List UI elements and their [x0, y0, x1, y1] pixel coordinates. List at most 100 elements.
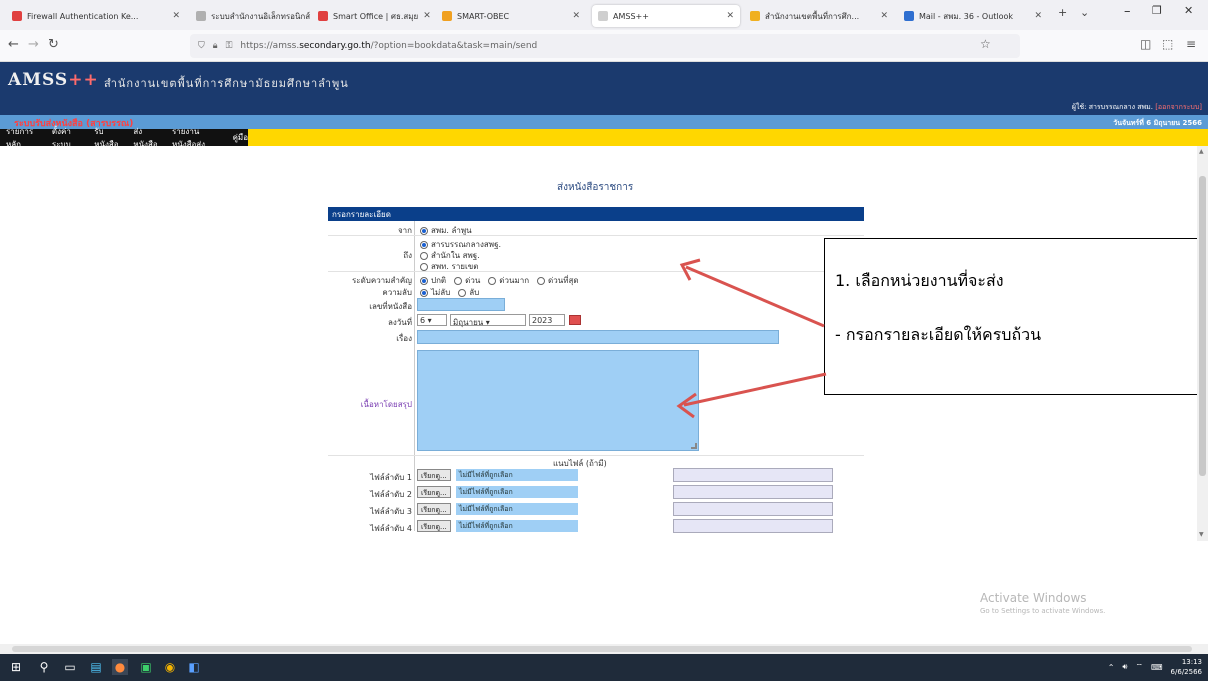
start-icon[interactable]: ⊞: [8, 659, 24, 675]
subject-input[interactable]: [417, 330, 779, 344]
radio-icon[interactable]: [420, 251, 428, 260]
page-content: ส่งหนังสือราชการ กรอกรายละเอียด จาก สพม.…: [0, 146, 1197, 541]
browser-tab[interactable]: Firewall Authentication Ke... ✕: [6, 5, 186, 27]
app-icon[interactable]: ▣: [138, 659, 154, 675]
priority-very-urgent[interactable]: ด่วนมาก: [499, 274, 529, 287]
lock-icon: 🔒︎: [212, 41, 218, 51]
file-name: ไม่มีไฟล์ที่ถูกเลือก: [456, 486, 578, 498]
firefox-icon[interactable]: ●: [112, 659, 128, 675]
radio-checked-icon[interactable]: [420, 240, 428, 249]
pocket-icon[interactable]: ◫: [1140, 37, 1151, 51]
logout-link[interactable]: [ออกจากระบบ]: [1155, 103, 1202, 111]
resize-handle-icon[interactable]: [691, 443, 697, 449]
close-icon[interactable]: ✕: [172, 11, 180, 21]
browser-tab-active[interactable]: AMSS++ ✕: [592, 5, 740, 27]
tab-label: AMSS++: [613, 11, 649, 21]
shield-icon: ⛉: [198, 41, 205, 51]
user-label: ผู้ใช้: สารบรรณกลาง สพม.: [1071, 103, 1153, 111]
bookmark-star-icon[interactable]: ☆: [980, 37, 991, 51]
attach-desc-input[interactable]: [673, 468, 833, 482]
browse-button[interactable]: เรียกดู...: [417, 520, 451, 532]
close-icon[interactable]: ✕: [1034, 11, 1042, 21]
current-date: วันจันทร์ที่ 6 มิถุนายน 2566: [1113, 119, 1202, 127]
input-method-icon[interactable]: ⌨: [1151, 663, 1163, 672]
window-close-icon[interactable]: ✕: [1184, 4, 1193, 17]
book-no-input[interactable]: [417, 298, 505, 311]
scroll-thumb[interactable]: [1199, 176, 1206, 476]
tab-list-chevron-icon[interactable]: ⌄: [1080, 6, 1089, 19]
radio-checked-icon[interactable]: [420, 226, 428, 235]
favicon-icon: [750, 11, 760, 21]
forward-arrow-icon[interactable]: →: [28, 37, 39, 52]
close-icon[interactable]: ✕: [572, 11, 580, 21]
search-icon[interactable]: ⚲: [36, 659, 52, 675]
favicon-icon: [904, 11, 914, 21]
back-arrow-icon[interactable]: ←: [8, 37, 19, 52]
favicon-icon: [196, 11, 206, 21]
chevron-up-icon[interactable]: ⌃: [1108, 663, 1115, 672]
main-menu: รายการหลัก ตั้งค่าระบบ รับหนังสือ ส่งหนั…: [0, 127, 1208, 149]
network-icon[interactable]: ⌔: [1135, 662, 1143, 672]
divider: [328, 455, 864, 456]
extensions-icon[interactable]: ⬚: [1162, 37, 1173, 51]
divider: [328, 271, 864, 272]
file-explorer-icon[interactable]: ▤: [88, 659, 104, 675]
radio-icon[interactable]: [537, 276, 546, 285]
browser-tab[interactable]: ระบบสำนักงานอิเล็กทรอนิกส์ :: ✕: [190, 5, 310, 27]
radio-checked-icon[interactable]: [420, 288, 428, 297]
menu-icon[interactable]: ≡: [1186, 37, 1196, 51]
menu-item-manual[interactable]: คู่มือ: [233, 131, 248, 144]
attach-desc-input[interactable]: [673, 502, 833, 516]
vertical-scrollbar[interactable]: ▲ ▼: [1197, 146, 1208, 541]
close-icon[interactable]: ✕: [726, 11, 734, 21]
browse-button[interactable]: เรียกดู...: [417, 503, 451, 515]
site-header: AMSS++ สำนักงานเขตพื้นที่การศึกษามัธยมศึ…: [0, 62, 1208, 115]
attach-desc-input[interactable]: [673, 519, 833, 533]
address-bar[interactable]: ⛉ 🔒︎ ⚿ https://amss.secondary.go.th/?opt…: [190, 34, 1020, 58]
divider: [328, 235, 864, 236]
radio-icon[interactable]: [454, 276, 463, 285]
tab-label: Mail - สพม. 36 - Outlook: [919, 11, 1014, 21]
radio-icon[interactable]: [420, 262, 428, 271]
to-label: ถึง: [403, 251, 412, 260]
tab-label: Firewall Authentication Ke...: [27, 11, 139, 21]
browser-tab[interactable]: Smart Office | ศธ.สมุย ✕: [312, 5, 432, 27]
browser-toolbar: ← → ↻ ⛉ 🔒︎ ⚿ https://amss.secondary.go.t…: [0, 30, 1208, 62]
minimize-icon[interactable]: –: [1124, 4, 1131, 19]
file-name: ไม่มีไฟล์ที่ถูกเลือก: [456, 469, 578, 481]
instruction-callout: 1. เลือกหน่วยงานที่จะส่ง - กรอกรายละเอีย…: [824, 238, 1197, 395]
app-icon[interactable]: ◧: [186, 659, 202, 675]
browser-tab[interactable]: SMART-OBEC ✕: [436, 5, 586, 27]
detail-textarea[interactable]: [417, 350, 699, 451]
close-icon[interactable]: ✕: [423, 11, 431, 21]
callout-line-2: - กรอกรายละเอียดให้ครบถ้วน: [835, 325, 1042, 344]
detail-label: เนื้อหาโดยสรุป: [360, 400, 412, 409]
horizontal-scrollbar[interactable]: [0, 644, 1208, 654]
speaker-icon[interactable]: 🔊︎: [1122, 662, 1127, 672]
month-select[interactable]: มิถุนายน ▾: [450, 314, 526, 327]
radio-icon[interactable]: [458, 288, 467, 297]
browser-tab[interactable]: สำนักงานเขตพื้นที่การศึก... ✕: [744, 5, 894, 27]
page-title: ส่งหนังสือราชการ: [557, 182, 634, 193]
maximize-icon[interactable]: ❐: [1152, 4, 1162, 17]
attach-desc-input[interactable]: [673, 485, 833, 499]
chrome-icon[interactable]: ◉: [162, 659, 178, 675]
new-tab-icon[interactable]: +: [1058, 6, 1067, 19]
scroll-up-icon[interactable]: ▲: [1199, 148, 1204, 155]
task-view-icon[interactable]: ▭: [62, 659, 78, 675]
scroll-thumb[interactable]: [12, 646, 1192, 652]
browse-button[interactable]: เรียกดู...: [417, 469, 451, 481]
site-logo[interactable]: AMSS++: [8, 70, 99, 90]
calendar-icon[interactable]: [569, 315, 581, 325]
close-icon[interactable]: ✕: [880, 11, 888, 21]
radio-icon[interactable]: [488, 276, 497, 285]
reload-icon[interactable]: ↻: [48, 37, 59, 52]
day-select[interactable]: 6 ▾: [417, 314, 447, 326]
browser-tab[interactable]: Mail - สพม. 36 - Outlook ✕: [898, 5, 1048, 27]
priority-most-urgent[interactable]: ด่วนที่สุด: [548, 274, 579, 287]
radio-checked-icon[interactable]: [420, 276, 428, 285]
year-input[interactable]: 2023: [529, 314, 565, 326]
clock[interactable]: 13:13 6/6/2566: [1171, 657, 1202, 677]
browse-button[interactable]: เรียกดู...: [417, 486, 451, 498]
scroll-down-icon[interactable]: ▼: [1199, 531, 1204, 538]
